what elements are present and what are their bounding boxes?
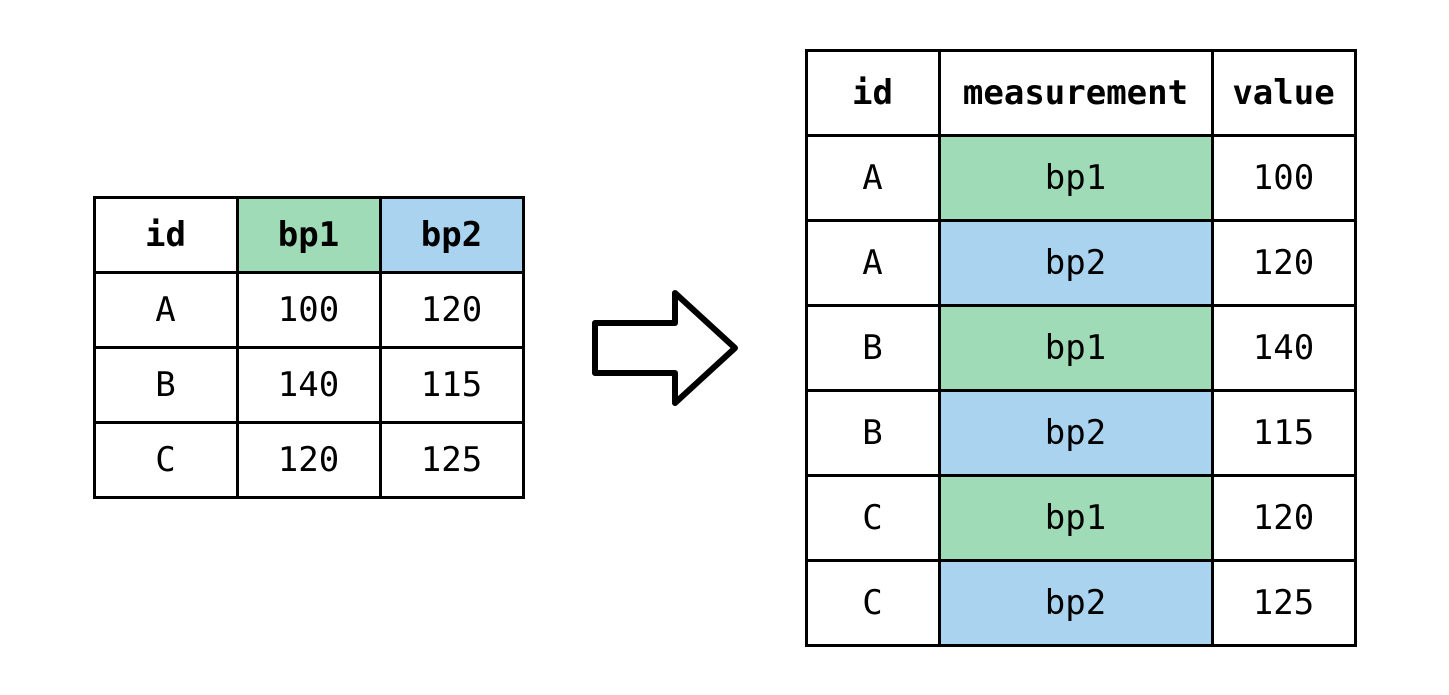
cell-bp1: 120 — [237, 423, 380, 498]
table-row: B bp1 140 — [806, 305, 1355, 390]
cell-id: B — [806, 390, 939, 475]
table-row: C bp2 125 — [806, 560, 1355, 645]
cell-id: C — [806, 560, 939, 645]
cell-measurement: bp1 — [939, 305, 1212, 390]
cell-value: 120 — [1212, 220, 1355, 305]
cell-id: A — [94, 273, 237, 348]
long-header-value: value — [1212, 50, 1355, 135]
long-header-measurement: measurement — [939, 50, 1212, 135]
cell-value: 140 — [1212, 305, 1355, 390]
cell-measurement: bp1 — [939, 475, 1212, 560]
cell-bp2: 125 — [380, 423, 523, 498]
table-row: B bp2 115 — [806, 390, 1355, 475]
cell-id: A — [806, 220, 939, 305]
cell-value: 120 — [1212, 475, 1355, 560]
cell-id: B — [94, 348, 237, 423]
cell-measurement: bp1 — [939, 135, 1212, 220]
diagram-canvas: id bp1 bp2 A 100 120 B 140 115 C — [0, 0, 1449, 695]
table-row: A bp2 120 — [806, 220, 1355, 305]
long-header-id: id — [806, 50, 939, 135]
cell-bp2: 120 — [380, 273, 523, 348]
cell-bp1: 140 — [237, 348, 380, 423]
wide-header-id: id — [94, 198, 237, 273]
long-table: id measurement value A bp1 100 A bp2 120… — [805, 49, 1357, 647]
table-row: A bp1 100 — [806, 135, 1355, 220]
transform-arrow-icon — [585, 268, 745, 428]
cell-value: 125 — [1212, 560, 1355, 645]
table-row: C bp1 120 — [806, 475, 1355, 560]
cell-value: 115 — [1212, 390, 1355, 475]
cell-measurement: bp2 — [939, 560, 1212, 645]
wide-table-wrapper: id bp1 bp2 A 100 120 B 140 115 C — [93, 0, 525, 695]
long-table-header-row: id measurement value — [806, 50, 1355, 135]
cell-measurement: bp2 — [939, 220, 1212, 305]
cell-id: C — [806, 475, 939, 560]
wide-table-header-row: id bp1 bp2 — [94, 198, 523, 273]
table-row: C 120 125 — [94, 423, 523, 498]
cell-id: A — [806, 135, 939, 220]
cell-bp2: 115 — [380, 348, 523, 423]
cell-measurement: bp2 — [939, 390, 1212, 475]
cell-id: B — [806, 305, 939, 390]
wide-header-bp2: bp2 — [380, 198, 523, 273]
table-row: B 140 115 — [94, 348, 523, 423]
table-row: A 100 120 — [94, 273, 523, 348]
cell-id: C — [94, 423, 237, 498]
wide-table: id bp1 bp2 A 100 120 B 140 115 C — [93, 196, 525, 499]
cell-bp1: 100 — [237, 273, 380, 348]
wide-header-bp1: bp1 — [237, 198, 380, 273]
cell-value: 100 — [1212, 135, 1355, 220]
